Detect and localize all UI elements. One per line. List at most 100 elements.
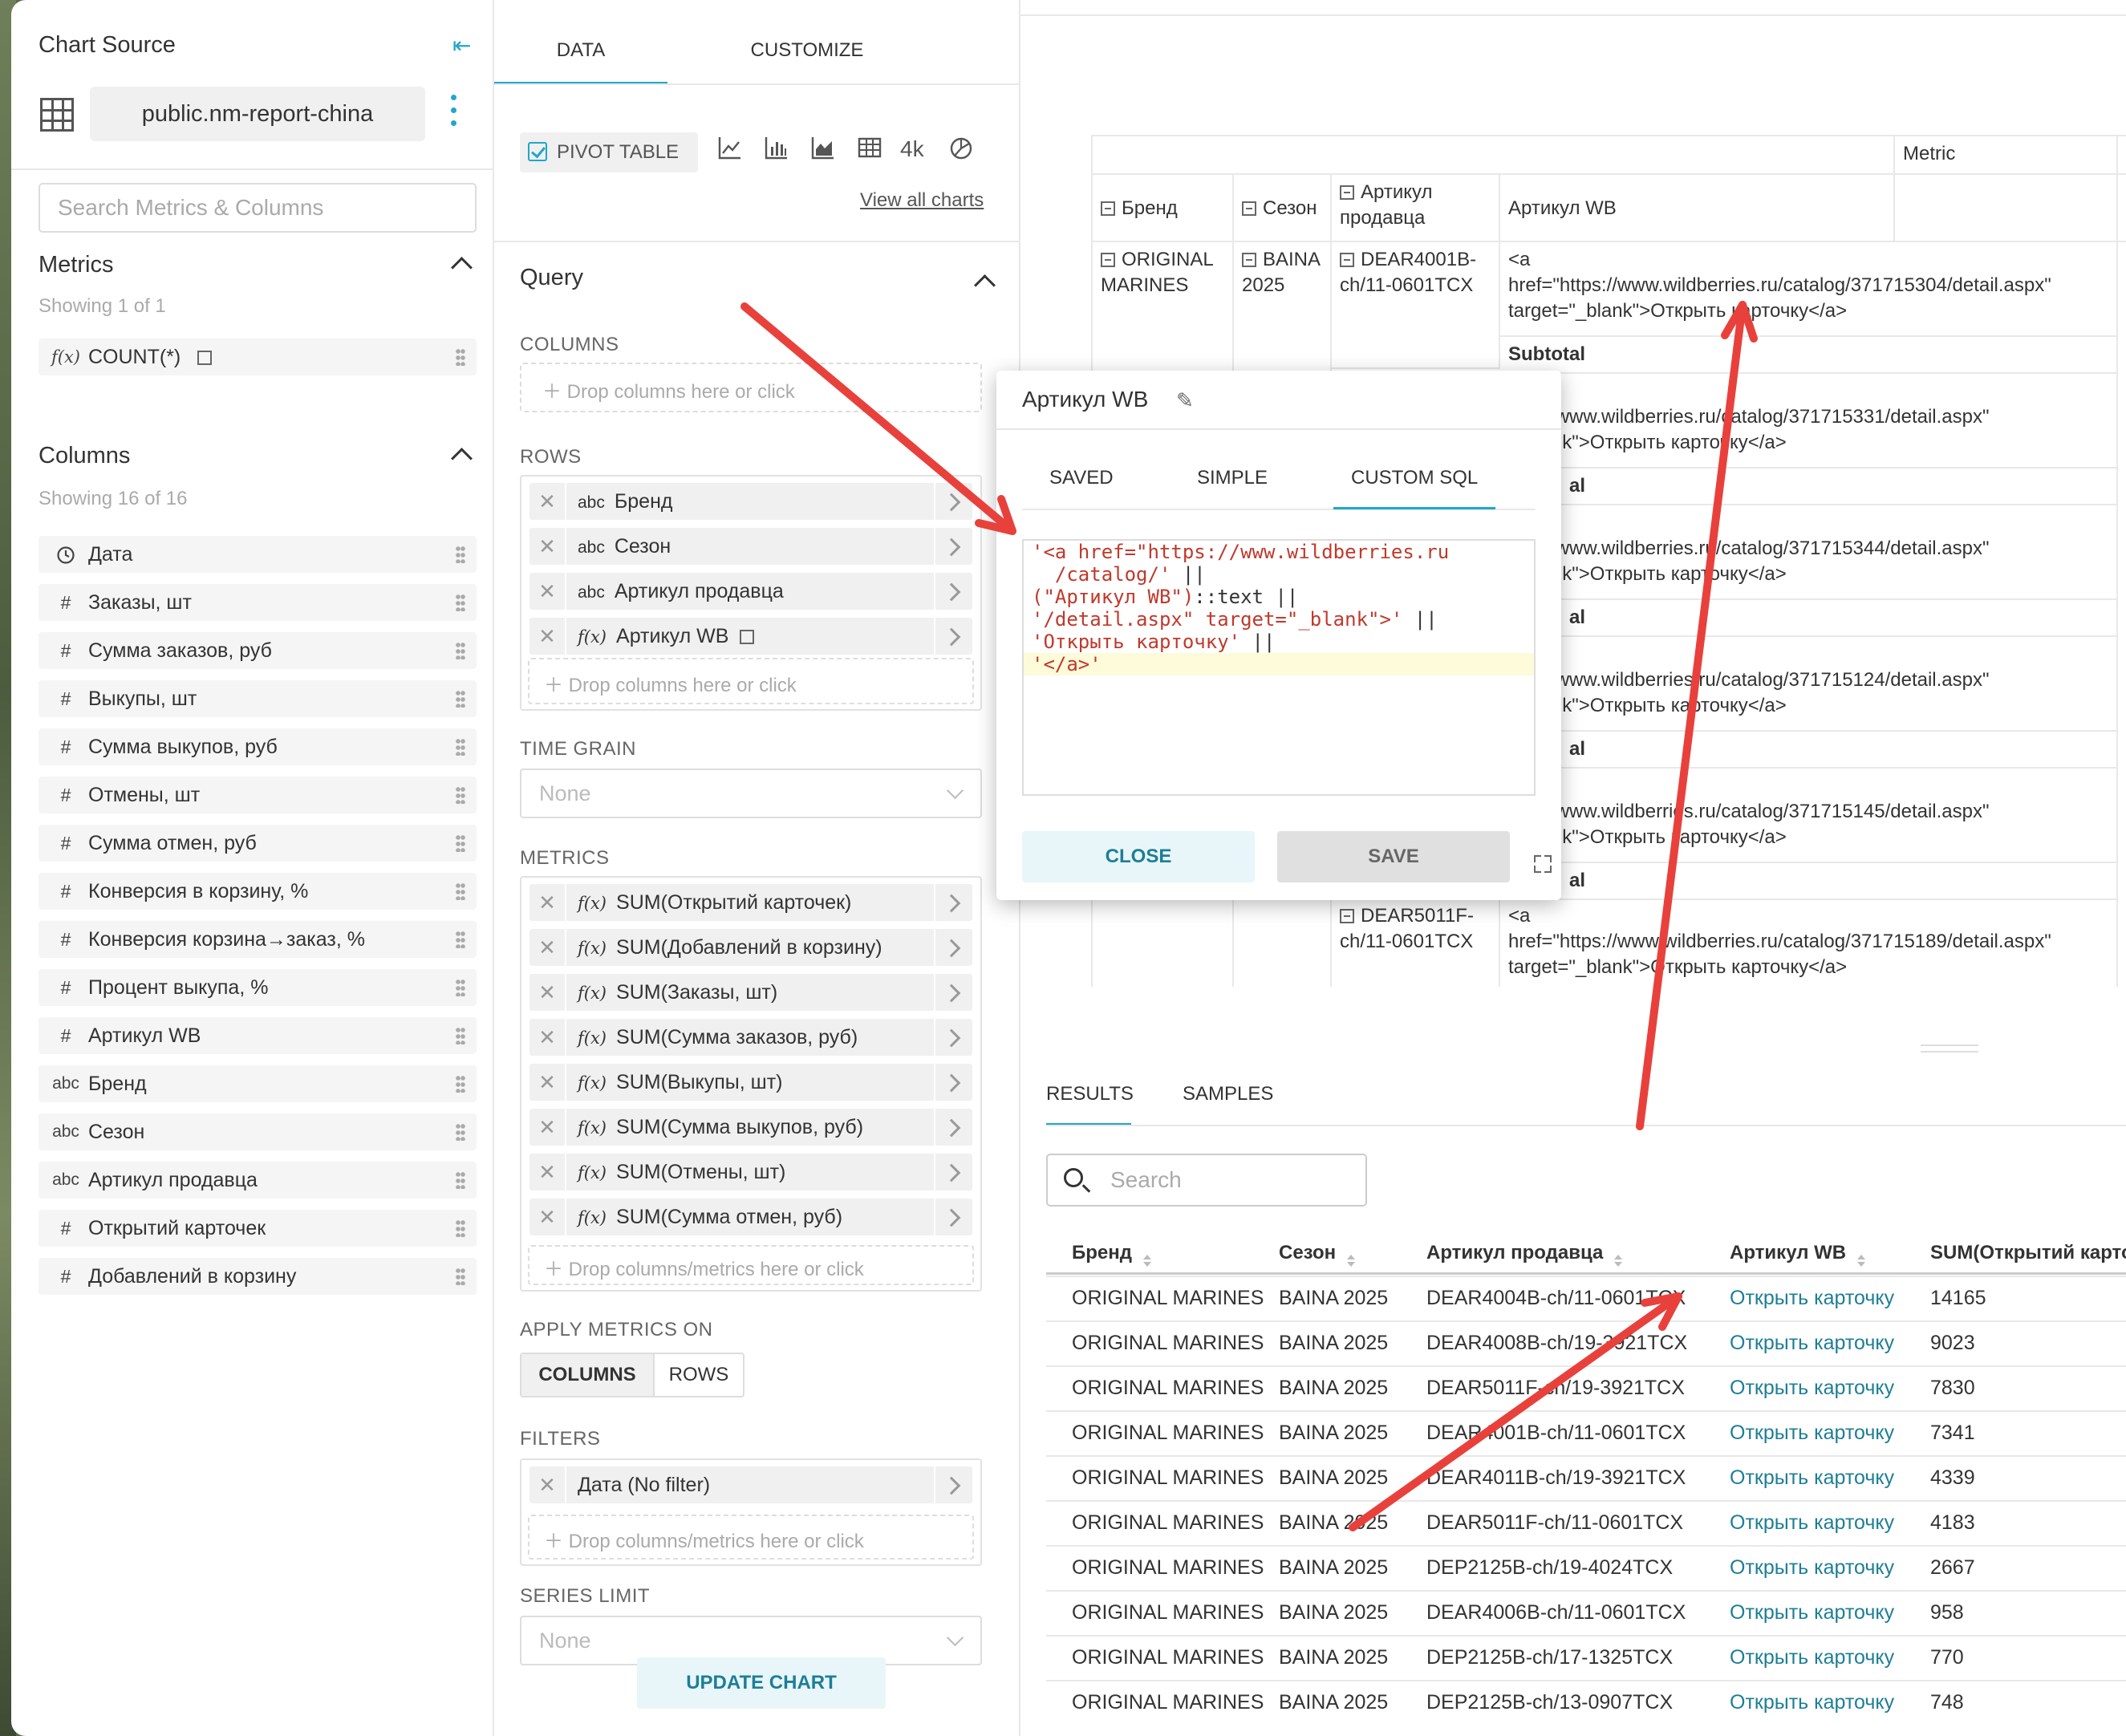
column-item[interactable]: # Открытий карточек bbox=[39, 1210, 477, 1247]
drag-handle-icon[interactable] bbox=[456, 642, 465, 659]
open-card-link[interactable]: Открыть карточку bbox=[1730, 1422, 1894, 1445]
column-item[interactable]: # Отмены, шт bbox=[39, 777, 477, 813]
open-card-link[interactable]: Открыть карточку bbox=[1730, 1332, 1894, 1355]
open-card-link[interactable]: Открыть карточку bbox=[1730, 1466, 1894, 1490]
chevron-right-icon[interactable] bbox=[934, 573, 972, 610]
col-header-wb-article[interactable]: Артикул WB bbox=[1730, 1242, 1866, 1267]
chevron-right-icon[interactable] bbox=[934, 884, 972, 921]
open-card-link[interactable]: Открыть карточку bbox=[1730, 1556, 1894, 1580]
collapse-panel-icon[interactable]: ⇤ bbox=[452, 32, 471, 59]
drag-handle-icon[interactable] bbox=[456, 738, 465, 756]
column-item[interactable]: # Конверсия в корзину, % bbox=[39, 873, 477, 910]
tab-results[interactable]: RESULTS bbox=[1046, 1083, 1134, 1105]
drag-handle-icon[interactable] bbox=[456, 979, 465, 996]
remove-icon[interactable]: ✕ bbox=[529, 483, 566, 520]
collapse-icon[interactable] bbox=[1242, 201, 1256, 216]
view-all-charts-link[interactable]: View all charts bbox=[860, 189, 984, 212]
col-header-brand[interactable]: Бренд bbox=[1072, 1242, 1151, 1267]
remove-icon[interactable]: ✕ bbox=[529, 618, 566, 655]
col-header-sum-opens[interactable]: SUM(Открытий карто bbox=[1930, 1242, 2126, 1264]
query-pill[interactable]: ✕ f(x) SUM(Заказы, шт) bbox=[529, 974, 972, 1011]
apply-columns-option[interactable]: COLUMNS bbox=[521, 1354, 655, 1396]
metrics-add-zone[interactable]: ＋ Drop columns/metrics here or click bbox=[528, 1245, 974, 1285]
filters-add-zone[interactable]: ＋ Drop columns/metrics here or click bbox=[528, 1515, 974, 1560]
time-grain-select[interactable]: None bbox=[520, 769, 982, 818]
chevron-right-icon[interactable] bbox=[934, 929, 972, 966]
remove-icon[interactable]: ✕ bbox=[529, 929, 566, 966]
resize-handle[interactable] bbox=[1921, 1044, 1978, 1053]
query-pill[interactable]: ✕ f(x) SUM(Сумма отмен, руб) bbox=[529, 1199, 972, 1235]
chevron-up-icon[interactable] bbox=[451, 448, 473, 469]
table-chart-icon[interactable] bbox=[857, 135, 882, 167]
remove-icon[interactable]: ✕ bbox=[529, 1199, 566, 1235]
rows-add-zone[interactable]: ＋ Drop columns here or click bbox=[528, 658, 974, 704]
drag-handle-icon[interactable] bbox=[456, 1171, 465, 1189]
viz-pivot-table-button[interactable]: PIVOT TABLE bbox=[520, 132, 698, 172]
chevron-right-icon[interactable] bbox=[934, 974, 972, 1011]
chevron-up-icon[interactable] bbox=[974, 274, 996, 296]
drag-handle-icon[interactable] bbox=[456, 786, 465, 804]
columns-drop-zone[interactable]: ＋ Drop columns here or click bbox=[520, 363, 982, 412]
collapse-icon[interactable] bbox=[1340, 253, 1354, 267]
column-item[interactable]: abc Сезон bbox=[39, 1113, 477, 1150]
col-header-season[interactable]: Сезон bbox=[1279, 1242, 1356, 1267]
chevron-right-icon[interactable] bbox=[934, 528, 972, 565]
column-item[interactable]: # Добавлений в корзину bbox=[39, 1258, 477, 1295]
query-pill[interactable]: ✕ f(x) SUM(Открытий карточек) bbox=[529, 884, 972, 921]
column-item[interactable]: # Конверсия корзина→заказ, % bbox=[39, 921, 477, 958]
open-card-link[interactable]: Открыть карточку bbox=[1730, 1646, 1894, 1669]
drag-handle-icon[interactable] bbox=[456, 1075, 465, 1093]
drag-handle-icon[interactable] bbox=[456, 690, 465, 708]
column-item[interactable]: # Сумма заказов, руб bbox=[39, 632, 477, 669]
line-chart-icon[interactable] bbox=[717, 135, 743, 167]
remove-icon[interactable]: ✕ bbox=[529, 974, 566, 1011]
open-card-link[interactable]: Открыть карточку bbox=[1730, 1691, 1894, 1714]
column-item[interactable]: # Артикул WB bbox=[39, 1017, 477, 1054]
search-metrics-input[interactable]: Search Metrics & Columns bbox=[39, 183, 477, 233]
pie-chart-icon[interactable] bbox=[948, 135, 974, 167]
chevron-right-icon[interactable] bbox=[934, 618, 972, 655]
save-button[interactable]: SAVE bbox=[1277, 831, 1510, 882]
collapse-icon[interactable] bbox=[1340, 909, 1354, 923]
expand-icon[interactable] bbox=[1534, 855, 1552, 873]
chevron-up-icon[interactable] bbox=[451, 257, 473, 278]
sql-editor[interactable]: '<a href="https://www.wildberries.ru /ca… bbox=[1022, 539, 1536, 796]
query-pill[interactable]: ✕ f(x) SUM(Отмены, шт) bbox=[529, 1154, 972, 1190]
update-chart-button[interactable]: UPDATE CHART bbox=[637, 1657, 886, 1709]
chevron-right-icon[interactable] bbox=[934, 1466, 972, 1503]
collapse-icon[interactable] bbox=[1340, 185, 1354, 200]
big-number-icon[interactable]: 4k bbox=[900, 136, 924, 162]
drag-handle-icon[interactable] bbox=[456, 594, 465, 611]
column-item[interactable]: # Сумма выкупов, руб bbox=[39, 728, 477, 765]
chevron-right-icon[interactable] bbox=[934, 1199, 972, 1235]
remove-icon[interactable]: ✕ bbox=[529, 1064, 566, 1101]
tab-saved[interactable]: SAVED bbox=[1049, 467, 1114, 489]
chevron-right-icon[interactable] bbox=[934, 1019, 972, 1056]
remove-icon[interactable]: ✕ bbox=[529, 1019, 566, 1056]
tab-custom-sql[interactable]: CUSTOM SQL bbox=[1351, 467, 1478, 489]
chevron-right-icon[interactable] bbox=[934, 1109, 972, 1146]
open-card-link[interactable]: Открыть карточку bbox=[1730, 1511, 1894, 1535]
open-card-link[interactable]: Открыть карточку bbox=[1730, 1601, 1894, 1624]
collapse-icon[interactable] bbox=[1101, 253, 1115, 267]
remove-icon[interactable]: ✕ bbox=[529, 1466, 566, 1503]
column-item[interactable]: abc Бренд bbox=[39, 1065, 477, 1102]
tab-samples[interactable]: SAMPLES bbox=[1183, 1083, 1273, 1105]
tab-customize[interactable]: CUSTOMIZE bbox=[703, 0, 911, 84]
drag-handle-icon[interactable] bbox=[456, 1123, 465, 1141]
remove-icon[interactable]: ✕ bbox=[529, 884, 566, 921]
tab-simple[interactable]: SIMPLE bbox=[1197, 467, 1268, 489]
drag-handle-icon[interactable] bbox=[456, 1219, 465, 1237]
query-pill[interactable]: ✕ f(x) SUM(Выкупы, шт) bbox=[529, 1064, 972, 1101]
pencil-icon[interactable]: ✎ bbox=[1176, 388, 1194, 413]
remove-icon[interactable]: ✕ bbox=[529, 1109, 566, 1146]
close-button[interactable]: CLOSE bbox=[1022, 831, 1255, 882]
drag-handle-icon[interactable] bbox=[456, 931, 465, 948]
drag-handle-icon[interactable] bbox=[456, 546, 465, 563]
drag-handle-icon[interactable] bbox=[456, 1268, 465, 1285]
column-item[interactable]: # Сумма отмен, руб bbox=[39, 825, 477, 862]
column-item[interactable]: # Выкупы, шт bbox=[39, 680, 477, 717]
dataset-name[interactable]: public.nm-report-china bbox=[90, 87, 425, 141]
remove-icon[interactable]: ✕ bbox=[529, 573, 566, 610]
query-pill[interactable]: ✕ f(x) SUM(Сумма заказов, руб) bbox=[529, 1019, 972, 1056]
